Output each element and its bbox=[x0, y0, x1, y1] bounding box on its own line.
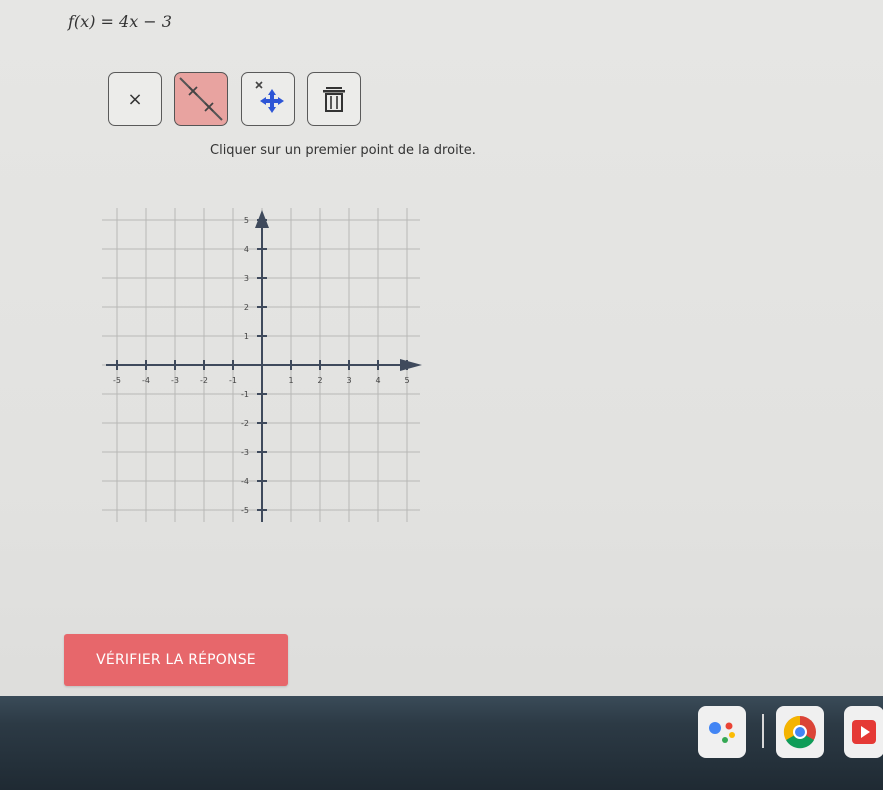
chrome-button[interactable] bbox=[776, 706, 824, 758]
y-tick-label: -1 bbox=[241, 390, 249, 399]
x-tick-label: 5 bbox=[404, 376, 409, 385]
line-tool-button[interactable] bbox=[174, 72, 228, 126]
move-tool-button[interactable] bbox=[241, 72, 295, 126]
x-axis-arrow bbox=[400, 359, 422, 371]
x-tick-label: -2 bbox=[200, 376, 208, 385]
y-tick-label: -2 bbox=[241, 419, 249, 428]
y-tick-label: -4 bbox=[241, 477, 249, 486]
x-tick-label: -3 bbox=[171, 376, 179, 385]
y-tick-label: 4 bbox=[244, 245, 249, 254]
trash-icon bbox=[323, 87, 345, 112]
x-tick-label: -5 bbox=[113, 376, 121, 385]
play-store-icon bbox=[852, 720, 876, 744]
y-tick-label: 2 bbox=[244, 303, 249, 312]
chrome-icon bbox=[783, 715, 816, 749]
assistant-button[interactable] bbox=[698, 706, 746, 758]
play-store-button[interactable] bbox=[844, 706, 883, 758]
shelf-divider bbox=[762, 714, 764, 748]
x-tick-label: 1 bbox=[288, 376, 293, 385]
y-tick-label: -5 bbox=[241, 506, 249, 515]
move-icon bbox=[255, 81, 284, 113]
function-equation: f(x) = 4x − 3 bbox=[68, 12, 172, 31]
x-tick-label: 2 bbox=[317, 376, 322, 385]
x-tick-label: -1 bbox=[229, 376, 237, 385]
line-tool-icon bbox=[179, 77, 223, 121]
y-tick-label: 1 bbox=[244, 332, 249, 341]
instruction-text: Cliquer sur un premier point de la droit… bbox=[210, 143, 476, 158]
coordinate-graph[interactable]: -5 -4 -3 -2 -1 1 2 3 4 5 5 4 3 2 1 -1 -2 -3 -4 -5 bbox=[100, 200, 430, 530]
x-tick-label: -4 bbox=[142, 376, 150, 385]
y-tick-label: 5 bbox=[244, 216, 249, 225]
delete-tool-button[interactable] bbox=[307, 72, 361, 126]
x-tick-label: 4 bbox=[375, 376, 380, 385]
assistant-icon bbox=[709, 722, 735, 743]
taskbar bbox=[0, 696, 883, 790]
verify-answer-button[interactable]: VÉRIFIER LA RÉPONSE bbox=[64, 634, 288, 686]
y-tick-label: 3 bbox=[244, 274, 249, 283]
x-tick-label: 3 bbox=[346, 376, 351, 385]
close-tool-button[interactable]: × bbox=[108, 72, 162, 126]
y-tick-label: -3 bbox=[241, 448, 249, 457]
close-icon: × bbox=[127, 88, 143, 110]
